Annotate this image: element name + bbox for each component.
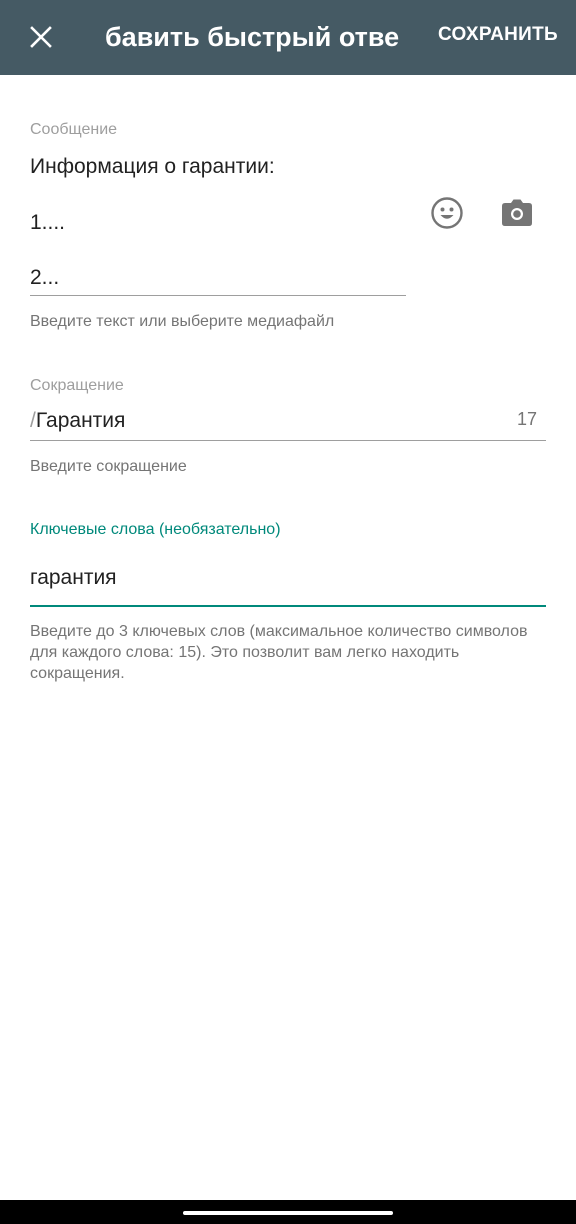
keywords-input[interactable]: гарантия [30, 566, 117, 590]
shortcut-hint: Введите сокращение [30, 458, 187, 475]
home-gesture-handle[interactable] [183, 1211, 393, 1215]
character-counter: 17 [516, 409, 537, 429]
camera-icon [502, 199, 532, 226]
shortcut-input[interactable]: /Гарантия 17 [30, 409, 546, 439]
message-hint: Введите текст или выберите медиафайл [30, 313, 335, 330]
close-button[interactable] [18, 14, 64, 60]
close-icon [30, 26, 52, 48]
emoji-icon [431, 197, 463, 229]
camera-button[interactable] [497, 193, 537, 233]
message-line: 2... [30, 266, 60, 289]
app-bar: бавить быстрый отве СОХРАНИТЬ [0, 0, 576, 75]
page-title: бавить быстрый отве [105, 22, 400, 52]
message-label: Сообщение [30, 121, 118, 138]
emoji-button[interactable] [427, 193, 467, 233]
message-underline [30, 295, 406, 296]
keywords-label: Ключевые слова (необязательно) [30, 521, 281, 538]
shortcut-underline [30, 440, 546, 441]
system-nav-bar [0, 1200, 576, 1224]
shortcut-value: Гарантия [35, 409, 126, 432]
message-line: Информация о гарантии: [30, 155, 275, 178]
shortcut-label: Сокращение [30, 377, 124, 394]
save-button[interactable]: СОХРАНИТЬ [438, 19, 558, 51]
keywords-underline [30, 605, 546, 607]
keywords-hint: Введите до 3 ключевых слов (максимальное… [30, 623, 528, 682]
message-line: 1.... [30, 211, 66, 234]
